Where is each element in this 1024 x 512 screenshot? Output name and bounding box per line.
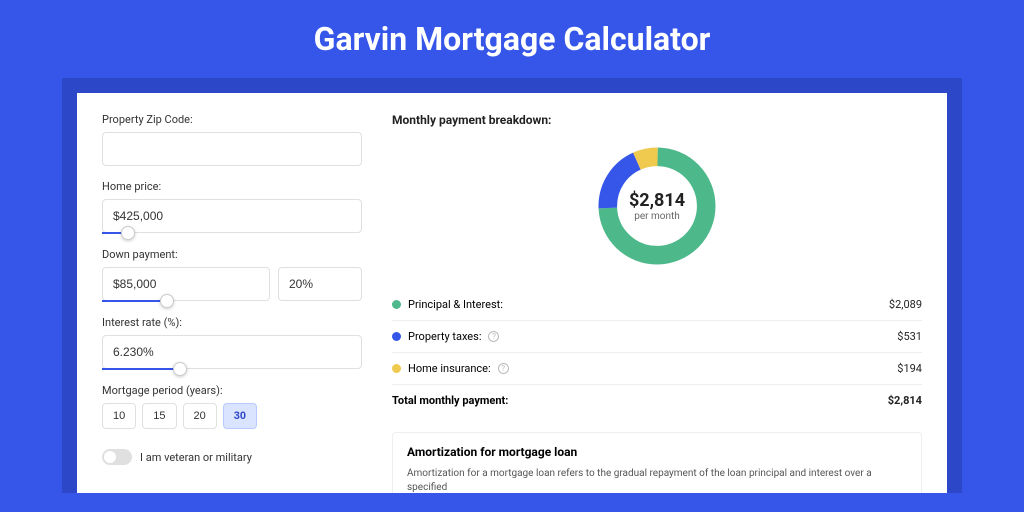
home-price-label: Home price: bbox=[102, 180, 362, 193]
home-price-slider[interactable] bbox=[102, 232, 128, 234]
donut-chart: $2,814 per month bbox=[592, 141, 722, 271]
form-panel: Property Zip Code: Home price: Down paym… bbox=[102, 113, 362, 493]
breakdown-label: Property taxes: bbox=[408, 330, 481, 343]
down-payment-pct-input[interactable] bbox=[278, 267, 362, 301]
period-field-group: Mortgage period (years): 10 15 20 30 bbox=[102, 384, 362, 429]
info-icon[interactable]: ? bbox=[498, 363, 509, 374]
dot-icon bbox=[392, 332, 401, 341]
interest-slider[interactable] bbox=[102, 368, 180, 370]
breakdown-title: Monthly payment breakdown: bbox=[392, 113, 922, 127]
down-payment-label: Down payment: bbox=[102, 248, 362, 261]
veteran-toggle[interactable] bbox=[102, 449, 132, 465]
breakdown-row-total: Total monthly payment: $2,814 bbox=[392, 385, 922, 416]
slider-thumb[interactable] bbox=[173, 362, 187, 376]
calculator-card: Property Zip Code: Home price: Down paym… bbox=[77, 93, 947, 493]
period-button-10[interactable]: 10 bbox=[102, 403, 136, 429]
interest-label: Interest rate (%): bbox=[102, 316, 362, 329]
breakdown-label: Principal & Interest: bbox=[408, 298, 503, 311]
zip-input[interactable] bbox=[102, 132, 362, 166]
home-price-field-group: Home price: bbox=[102, 180, 362, 234]
period-buttons: 10 15 20 30 bbox=[102, 403, 362, 429]
content-band: Property Zip Code: Home price: Down paym… bbox=[62, 78, 962, 493]
breakdown-amount: $194 bbox=[897, 362, 922, 375]
info-icon[interactable]: ? bbox=[488, 331, 499, 342]
zip-label: Property Zip Code: bbox=[102, 113, 362, 126]
amortization-title: Amortization for mortgage loan bbox=[407, 445, 907, 459]
down-payment-slider[interactable] bbox=[102, 300, 167, 302]
amortization-box: Amortization for mortgage loan Amortizat… bbox=[392, 432, 922, 493]
donut-chart-wrap: $2,814 per month bbox=[392, 141, 922, 271]
page-title: Garvin Mortgage Calculator bbox=[0, 20, 1024, 58]
zip-field-group: Property Zip Code: bbox=[102, 113, 362, 166]
donut-center: $2,814 per month bbox=[592, 141, 722, 271]
donut-sub: per month bbox=[634, 211, 680, 222]
breakdown-panel: Monthly payment breakdown: $2,814 per mo… bbox=[392, 113, 922, 493]
total-label: Total monthly payment: bbox=[392, 394, 508, 407]
slider-thumb[interactable] bbox=[160, 294, 174, 308]
breakdown-amount: $531 bbox=[897, 330, 922, 343]
breakdown-row-principal: Principal & Interest: $2,089 bbox=[392, 289, 922, 321]
breakdown-label: Home insurance: bbox=[408, 362, 491, 375]
breakdown-row-taxes: Property taxes: ? $531 bbox=[392, 321, 922, 353]
down-payment-field-group: Down payment: bbox=[102, 248, 362, 302]
amortization-text: Amortization for a mortgage loan refers … bbox=[407, 467, 907, 493]
period-button-15[interactable]: 15 bbox=[142, 403, 176, 429]
period-button-30[interactable]: 30 bbox=[223, 403, 257, 429]
interest-input[interactable] bbox=[102, 335, 362, 369]
veteran-label: I am veteran or military bbox=[140, 451, 252, 464]
home-price-input[interactable] bbox=[102, 199, 362, 233]
breakdown-row-insurance: Home insurance: ? $194 bbox=[392, 353, 922, 385]
breakdown-amount: $2,089 bbox=[889, 298, 922, 311]
slider-thumb[interactable] bbox=[121, 226, 135, 240]
period-button-20[interactable]: 20 bbox=[183, 403, 217, 429]
donut-amount: $2,814 bbox=[629, 190, 685, 211]
period-label: Mortgage period (years): bbox=[102, 384, 362, 397]
down-payment-input[interactable] bbox=[102, 267, 270, 301]
dot-icon bbox=[392, 364, 401, 373]
total-amount: $2,814 bbox=[888, 394, 922, 407]
veteran-toggle-row: I am veteran or military bbox=[102, 449, 362, 465]
dot-icon bbox=[392, 300, 401, 309]
interest-field-group: Interest rate (%): bbox=[102, 316, 362, 370]
